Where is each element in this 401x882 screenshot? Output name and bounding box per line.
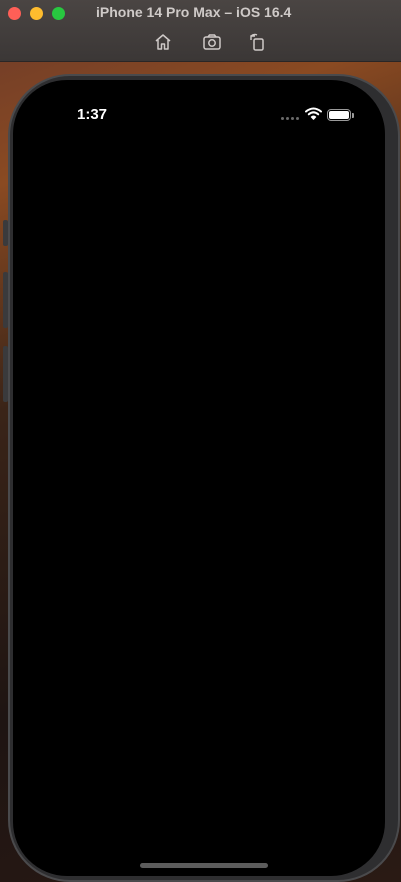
- volume-down-button[interactable]: [3, 346, 8, 402]
- rotate-button[interactable]: [248, 32, 268, 52]
- screenshot-button[interactable]: [202, 32, 222, 52]
- rotate-icon: [250, 33, 264, 51]
- window-title: iPhone 14 Pro Max – iOS 16.4: [96, 4, 292, 20]
- device-screen[interactable]: 1:37: [13, 80, 385, 876]
- home-icon: [155, 34, 171, 50]
- volume-up-button[interactable]: [3, 272, 8, 328]
- minimize-window-button[interactable]: [30, 7, 43, 20]
- screenshot-icon: [203, 34, 221, 50]
- cellular-dots-icon: [281, 117, 301, 121]
- maximize-window-button[interactable]: [52, 7, 65, 20]
- status-bar-time: 1:37: [77, 106, 108, 123]
- close-window-button[interactable]: [8, 7, 21, 20]
- wifi-icon: [305, 107, 322, 120]
- battery-icon: [327, 109, 354, 121]
- simulator-title-bar: iPhone 14 Pro Max – iOS 16.4: [0, 0, 401, 62]
- silent-switch[interactable]: [3, 220, 8, 246]
- home-button[interactable]: [153, 32, 173, 52]
- home-indicator[interactable]: [140, 863, 268, 868]
